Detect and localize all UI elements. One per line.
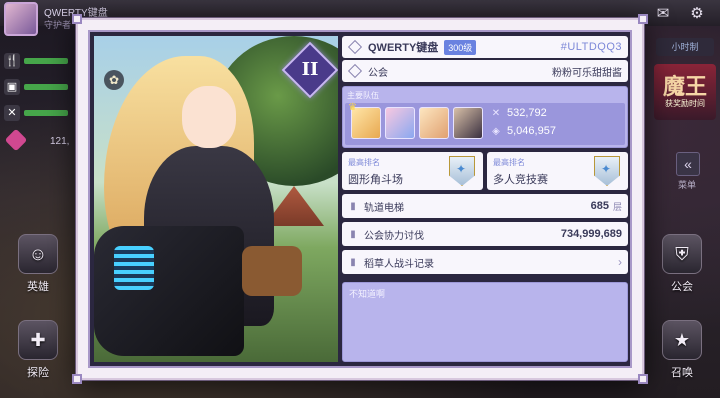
stamina-bar [24, 58, 68, 64]
guild-label: 公会 [368, 67, 388, 79]
ticket-icon: ✕ [4, 105, 20, 121]
summon-menu-button[interactable]: ★ 召唤 [650, 320, 714, 380]
team-power-row: ✕ 532,792 [491, 107, 547, 119]
team-power-value: 532,792 [507, 107, 547, 119]
rank-shield-icon [449, 156, 475, 186]
memo-text: 不知道啊 [349, 289, 386, 299]
minigun-glow-art [114, 246, 154, 290]
team-hp-row: ◈ 5,046,957 [491, 125, 556, 137]
orbit-elevator-label: 轨道电梯 [364, 202, 404, 214]
menu-collapse-button[interactable]: « [676, 152, 700, 176]
event-banner-sub: 获奖励时间 [665, 99, 705, 108]
main-team-title: 主要队伍 [347, 91, 379, 100]
crown-icon: ♛ [348, 102, 357, 113]
guild-row[interactable]: 公会 粉粉可乐甜甜酱 [342, 60, 628, 82]
orbit-elevator-row: ▮ 轨道电梯 685 层 [342, 194, 628, 218]
chevron-right-icon: › [618, 255, 622, 269]
fork-icon: 🍴 [4, 53, 20, 69]
character-illustration: ✿ II [94, 36, 338, 362]
event-banner-title: 魔王 [662, 74, 707, 99]
gem-count: 121, [50, 136, 70, 147]
event-banner[interactable]: 魔王 获奖励时间 [654, 64, 716, 120]
level-badge: 300级 [444, 39, 477, 55]
player-avatar[interactable] [4, 2, 38, 36]
cup-icon: ▣ [4, 79, 20, 95]
profile-memo: 不知道啊 [342, 282, 628, 362]
rank-numeral: II [301, 59, 319, 80]
diamond-icon [347, 63, 363, 79]
bar-chart-icon: ▮ [350, 228, 356, 240]
ticket-bar [24, 110, 68, 116]
bar-chart-icon: ▮ [350, 200, 356, 212]
profile-content: ✿ II QWERTY键盘 300级 #ULTDQQ3 公会 粉粉可乐甜甜酱 主… [88, 30, 632, 368]
guild-raid-label: 公会协力讨伐 [364, 230, 424, 242]
mail-icon[interactable]: ✉ [652, 4, 674, 24]
pvp-rank-card[interactable]: 最高排名 多人竞技赛 [487, 152, 628, 190]
explore-menu-label: 探险 [27, 367, 49, 379]
scarecrow-record-label: 稻草人战斗记录 [364, 258, 434, 270]
name-row: QWERTY键盘 300级 #ULTDQQ3 [342, 36, 628, 58]
swords-icon: ✕ [491, 107, 501, 119]
player-title-label: 守护者 [44, 20, 72, 30]
arena-rank-value: 圆形角斗场 [348, 174, 403, 186]
pvp-rank-value: 多人竞技赛 [493, 174, 548, 186]
menu-collapse-label: 菜单 [677, 180, 696, 190]
hero-icon: ☺ [18, 234, 58, 274]
diamond-icon [347, 39, 363, 55]
guild-menu-label: 公会 [671, 281, 693, 293]
summon-icon: ★ [662, 320, 702, 360]
hero-menu-button[interactable]: ☺ 英雄 [6, 234, 70, 294]
scarecrow-record-row[interactable]: ▮ 稻草人战斗记录 › [342, 250, 628, 274]
ticket-row[interactable]: ✕ [4, 104, 68, 122]
orbit-elevator-unit: 层 [612, 201, 622, 212]
shield-small-icon: ◈ [492, 125, 500, 137]
modal-corner [638, 14, 648, 24]
character-face-art [182, 86, 236, 148]
bag-art [242, 246, 302, 296]
player-name: QWERTY键盘 [368, 42, 439, 54]
gear-icon[interactable]: ⚙ [686, 4, 708, 24]
stamina-row[interactable]: 🍴 [4, 52, 68, 70]
team-hp-value: 5,046,957 [507, 125, 556, 137]
profile-modal: ✿ II QWERTY键盘 300级 #ULTDQQ3 公会 粉粉可乐甜甜酱 主… [72, 14, 648, 384]
resource-bar [24, 84, 68, 90]
resource-row[interactable]: ▣ [4, 78, 68, 96]
favorite-icon[interactable]: ✿ [104, 70, 124, 90]
explore-icon: ✚ [18, 320, 58, 360]
modal-corner [72, 374, 82, 384]
rank-shield-icon [594, 156, 620, 186]
arena-rank-card[interactable]: 最高排名 圆形角斗场 [342, 152, 483, 190]
hero-portrait[interactable] [385, 107, 415, 139]
guild-raid-row: ▮ 公会协力讨伐 734,999,689 [342, 222, 628, 246]
hero-portrait[interactable] [453, 107, 483, 139]
hero-portrait[interactable]: ♛ [348, 102, 381, 139]
highest-rank-label: 最高排名 [348, 158, 380, 167]
explore-menu-button[interactable]: ✚ 探险 [6, 320, 70, 380]
main-team-card: 主要队伍 ♛ ✕ 532,792 ◈ 5,046,957 [342, 86, 628, 148]
modal-corner [638, 374, 648, 384]
player-uid[interactable]: #ULTDQQ3 [561, 41, 622, 53]
bar-chart-icon: ▮ [350, 256, 356, 268]
profile-info-panel: QWERTY键盘 300级 #ULTDQQ3 公会 粉粉可乐甜甜酱 主要队伍 ♛… [342, 36, 628, 362]
guild-icon: ⛨ [662, 234, 702, 274]
minigun-art [94, 226, 244, 356]
highest-rank-label: 最高排名 [493, 158, 525, 167]
orbit-elevator-value: 685 [590, 200, 609, 212]
modal-corner [72, 14, 82, 24]
team-row: ♛ ✕ 532,792 ◈ 5,046,957 [345, 102, 625, 145]
hero-menu-label: 英雄 [27, 281, 49, 293]
guild-name: 粉粉可乐甜甜酱 [552, 67, 622, 79]
summon-menu-label: 召唤 [671, 367, 693, 379]
time-format-tag: 小时制 [656, 38, 714, 56]
guild-raid-value: 734,999,689 [560, 228, 622, 240]
guild-menu-button[interactable]: ⛨ 公会 [650, 234, 714, 294]
hero-portrait[interactable] [419, 107, 449, 139]
